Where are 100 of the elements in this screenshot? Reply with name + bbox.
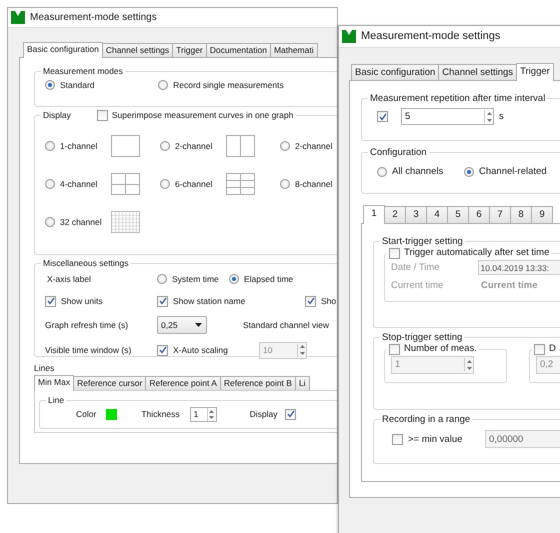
group-title: Miscellaneous settings xyxy=(43,258,129,268)
field-label: X-axis label xyxy=(47,274,91,284)
radio-button[interactable] xyxy=(464,167,474,178)
caret-icon xyxy=(195,323,202,328)
tab[interactable]: Mathemati xyxy=(270,43,318,57)
layout-icon xyxy=(111,135,140,157)
group-title: Configuration xyxy=(370,147,427,158)
tab[interactable]: Trigger xyxy=(516,63,554,81)
radio-button[interactable] xyxy=(157,274,167,284)
radio-button[interactable] xyxy=(160,141,170,151)
group-title: Line xyxy=(48,395,64,406)
radio-label: System time xyxy=(172,274,219,284)
field-label: Display xyxy=(250,409,278,420)
checkbox[interactable] xyxy=(157,296,168,307)
tab[interactable]: 5 xyxy=(447,206,469,223)
tab[interactable]: Reference cursor xyxy=(73,376,146,390)
checkbox[interactable] xyxy=(96,110,108,121)
checkbox-label: Show station name xyxy=(173,296,246,306)
radio-button[interactable] xyxy=(280,141,290,151)
spin-arrows-icon[interactable] xyxy=(484,110,493,124)
group-title: Stop-trigger setting xyxy=(382,332,462,344)
layout-icon xyxy=(111,173,140,195)
tab[interactable]: 7 xyxy=(489,206,511,223)
number-field[interactable]: 5 xyxy=(401,108,494,126)
radio-label: 6-channel xyxy=(175,178,212,190)
radio-button[interactable] xyxy=(158,80,168,90)
tab[interactable]: Trigger xyxy=(172,43,207,57)
field-label: Thickness xyxy=(141,409,180,420)
radio-button[interactable] xyxy=(45,141,55,151)
window-title: Measurement-mode settings xyxy=(361,30,500,44)
group-title: Display xyxy=(43,110,71,121)
checkbox[interactable] xyxy=(45,296,56,307)
radio-label: 4-channel xyxy=(60,178,98,190)
radio-label: Standard xyxy=(60,80,94,90)
checkbox[interactable] xyxy=(377,111,388,122)
layout-icon xyxy=(226,135,255,157)
field-label: Date / Time xyxy=(391,262,440,274)
radio-button[interactable] xyxy=(280,179,290,189)
tab[interactable]: 4 xyxy=(426,206,448,223)
radio-button[interactable] xyxy=(45,80,55,90)
radio-button[interactable] xyxy=(160,179,170,189)
tab[interactable]: Reference point B xyxy=(220,376,296,390)
color-swatch[interactable] xyxy=(106,408,118,420)
group-title: Measurement modes xyxy=(43,66,123,76)
tab[interactable]: 9 xyxy=(531,206,553,223)
field-label: Standard channel view xyxy=(243,320,330,330)
tab[interactable]: Channel settings xyxy=(438,64,518,80)
checkbox-label: D xyxy=(549,343,556,355)
tab[interactable]: 3 xyxy=(405,206,427,223)
tab[interactable]: 1 xyxy=(363,205,385,224)
field-label: Visible time window (s) xyxy=(45,345,132,356)
tab[interactable]: Min Max xyxy=(34,375,74,392)
radio-button[interactable] xyxy=(377,167,387,178)
checkbox-label: Trigger automatically after set time xyxy=(404,247,550,259)
tab[interactable]: 2 xyxy=(384,206,406,223)
dropdown[interactable]: 0,25 xyxy=(157,316,207,334)
field-label: Color xyxy=(76,409,96,420)
tab[interactable]: 8 xyxy=(510,206,532,223)
number-field[interactable]: 0,00000 xyxy=(485,430,560,448)
checkbox-label: Superimpose measurement curves in one graph xyxy=(112,110,294,121)
checkbox[interactable] xyxy=(389,344,400,355)
date-field[interactable]: 10.04.2019 13:33: xyxy=(478,260,560,276)
spin-arrows-icon[interactable] xyxy=(206,408,216,421)
spin-arrows-icon[interactable] xyxy=(464,358,473,372)
tab[interactable]: Li xyxy=(294,376,310,390)
checkbox[interactable] xyxy=(534,344,545,355)
current-time-text: Current time xyxy=(481,280,538,292)
layout-icon xyxy=(111,211,140,233)
checkbox[interactable] xyxy=(389,248,400,259)
radio-label: Elapsed time xyxy=(244,274,294,284)
spin-arrows-icon[interactable] xyxy=(297,344,306,357)
radio-button[interactable] xyxy=(45,179,55,189)
checkbox-label: Show units xyxy=(61,296,103,306)
group-title: Recording in a range xyxy=(382,414,470,426)
checkbox[interactable] xyxy=(157,344,168,356)
group-title: Measurement repetition after time interval xyxy=(370,93,546,104)
checkbox-label: Sho xyxy=(321,296,336,306)
window-title: Measurement-mode settings xyxy=(30,12,157,24)
radio-button[interactable] xyxy=(229,274,239,284)
radio-label: 1-channel xyxy=(60,140,98,152)
section-title: Lines xyxy=(34,363,54,373)
number-field[interactable]: 1 xyxy=(190,406,217,422)
radio-label: 32 channel xyxy=(60,216,102,228)
radio-button[interactable] xyxy=(45,217,55,227)
checkbox-label: X-Auto scaling xyxy=(173,345,228,356)
tab[interactable]: Channel settings xyxy=(102,43,174,57)
tab[interactable]: Documentation xyxy=(206,43,271,57)
app-icon xyxy=(11,11,25,24)
radio-label: 8-channel xyxy=(295,178,332,190)
tab[interactable]: Basic configuration xyxy=(351,64,440,80)
layout-icon xyxy=(226,173,255,195)
group-title: Start-trigger setting xyxy=(382,236,463,248)
radio-label: 2-channel xyxy=(295,140,332,152)
radio-label: All channels xyxy=(392,166,444,178)
tab[interactable]: 6 xyxy=(468,206,490,223)
tab[interactable]: Reference point A xyxy=(145,376,221,390)
tab[interactable]: Basic configuration xyxy=(23,42,103,58)
checkbox[interactable] xyxy=(285,408,296,420)
checkbox[interactable] xyxy=(392,434,403,445)
checkbox[interactable] xyxy=(305,296,316,307)
